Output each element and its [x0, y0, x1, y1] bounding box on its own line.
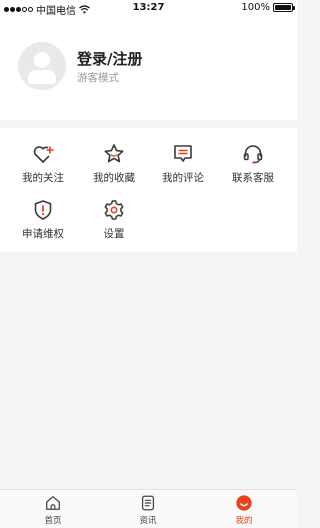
battery-fill — [275, 5, 291, 10]
menu-item-label: 我的评论 — [162, 172, 204, 184]
tab-news[interactable]: 资讯 — [118, 494, 178, 526]
tab-label: 首页 — [44, 516, 62, 526]
status-right: 100% — [241, 2, 295, 13]
battery-icon — [273, 3, 295, 12]
guest-mode-label: 游客模式 — [77, 72, 119, 84]
menu-item-label: 我的关注 — [22, 172, 64, 184]
tab-label: 资讯 — [139, 516, 157, 526]
menu-item-customer-service[interactable]: 联系客服 — [216, 142, 290, 192]
tab-mine[interactable]: 我的 — [214, 494, 274, 526]
profile-icon — [236, 495, 252, 511]
login-register-link[interactable]: 登录/注册 — [77, 48, 142, 69]
battery-percent: 100% — [241, 2, 270, 13]
tab-label: 我的 — [235, 516, 253, 526]
profile-header[interactable]: 登录/注册 游客模式 — [0, 18, 297, 120]
menu-item-label: 我的收藏 — [93, 172, 135, 184]
heart-plus-icon — [33, 146, 54, 163]
bottom-tab-bar: 首页 资讯 我的 — [0, 489, 297, 528]
menu-item-label: 联系客服 — [232, 172, 274, 184]
shield-alert-icon — [34, 200, 52, 220]
news-icon — [141, 495, 155, 511]
home-icon — [46, 496, 60, 510]
status-bar: 中国电信 13:27 100% — [0, 0, 297, 18]
menu-item-favorites[interactable]: 我的收藏 — [77, 142, 151, 192]
tab-home[interactable]: 首页 — [23, 494, 83, 526]
comment-icon — [174, 145, 192, 162]
menu-item-rights-protection[interactable]: 申请维权 — [6, 198, 80, 248]
menu-item-label: 申请维权 — [22, 228, 64, 240]
avatar[interactable] — [18, 42, 66, 90]
star-icon — [104, 144, 124, 163]
headset-icon — [243, 145, 263, 164]
menu-item-label: 设置 — [103, 228, 125, 240]
gear-icon — [104, 200, 124, 220]
menu-item-settings[interactable]: 设置 — [77, 198, 151, 248]
menu-grid: 我的关注 我的收藏 我的评论 联系客服 申请维权 设置 — [0, 128, 297, 252]
menu-item-comments[interactable]: 我的评论 — [146, 142, 220, 192]
menu-item-follow[interactable]: 我的关注 — [6, 142, 80, 192]
